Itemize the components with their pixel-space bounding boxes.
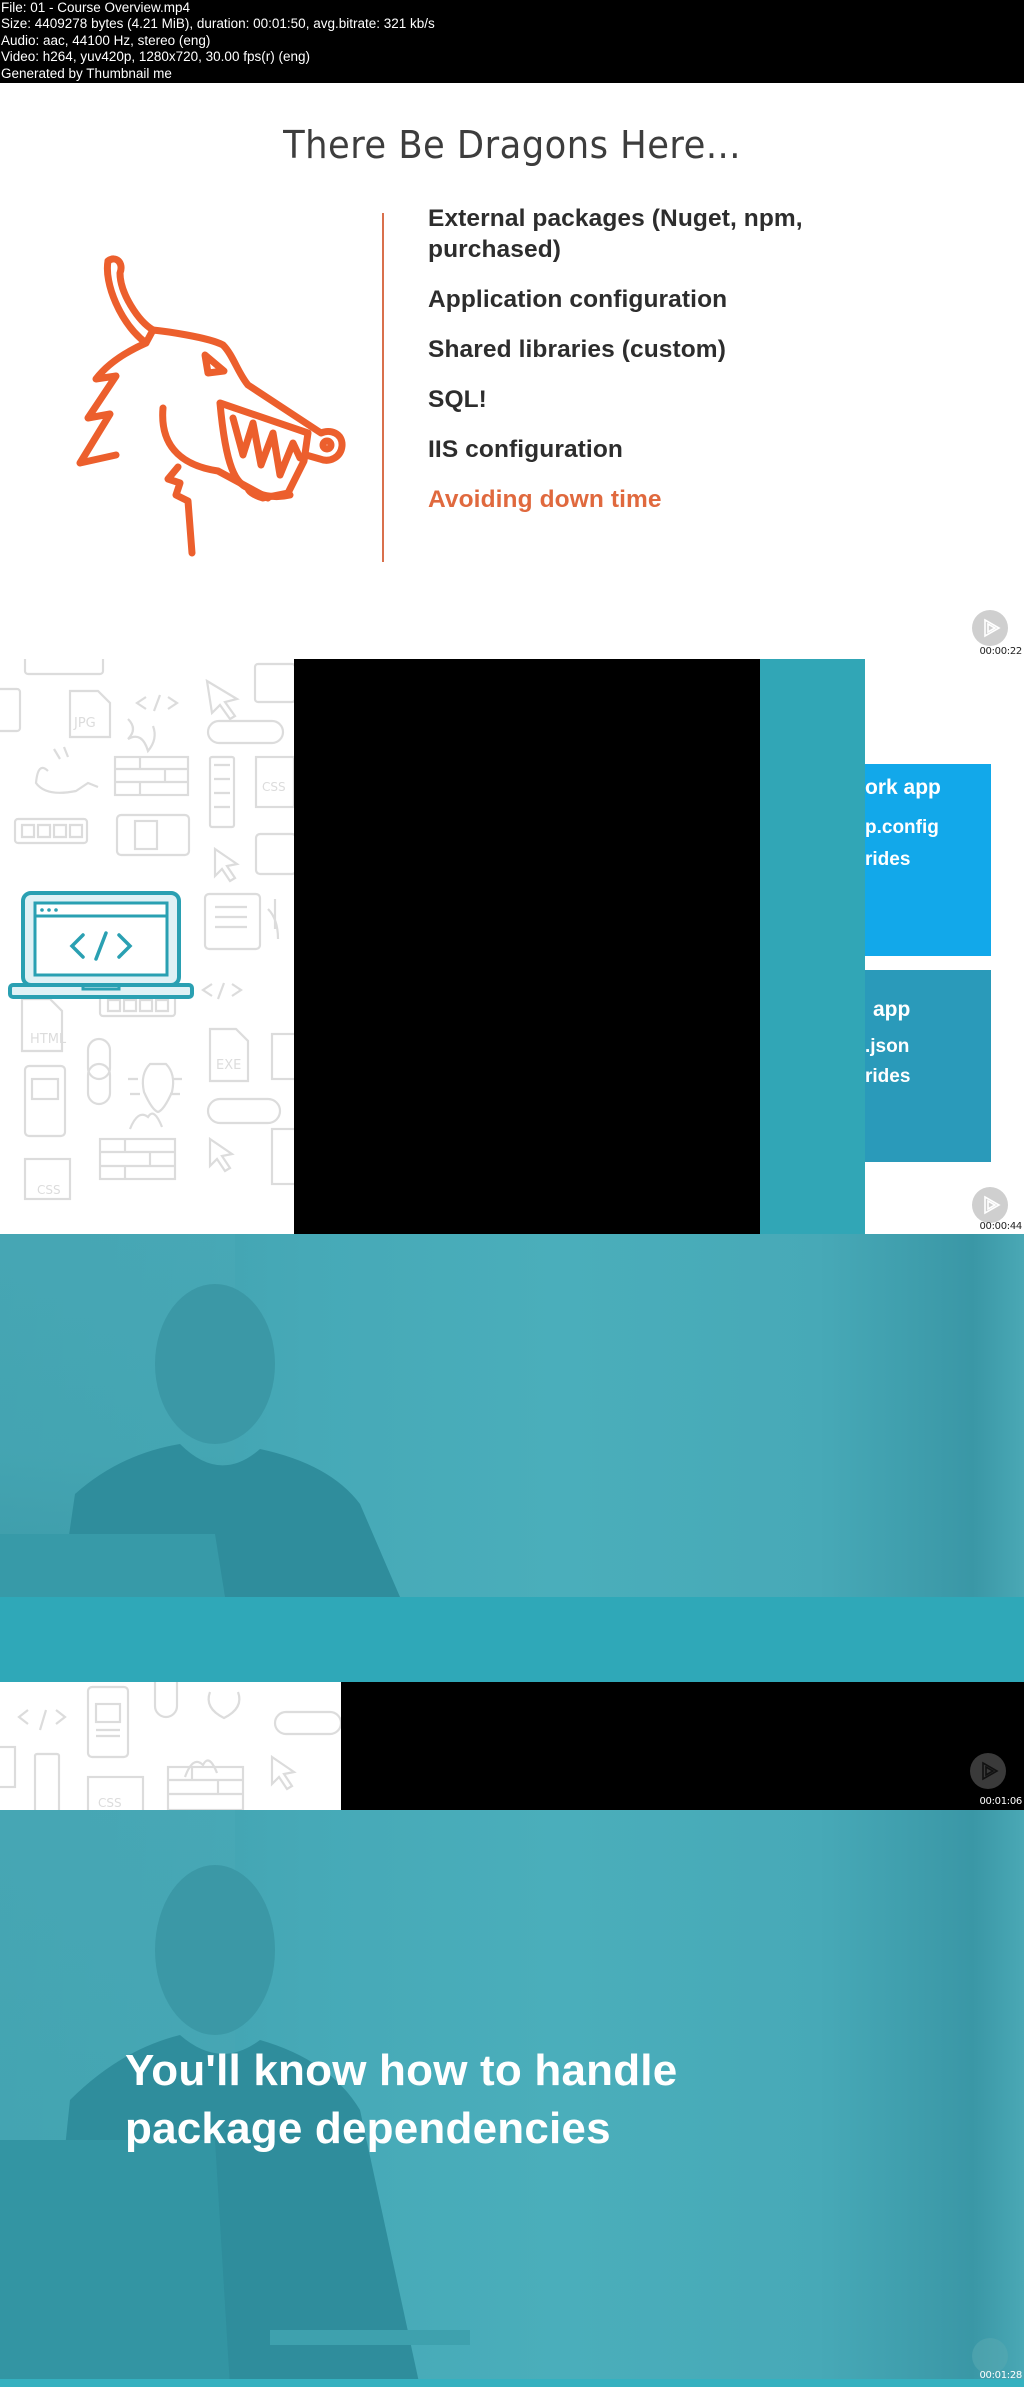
box-line: rides <box>865 849 911 870</box>
box-line: .json <box>865 1036 910 1057</box>
thumbnail-frame-2: JPG CSS HTML EXE CSS ork app p.config ri… <box>0 659 1024 1234</box>
box-title: app <box>873 998 911 1021</box>
generator-line: Generated by Thumbnail me <box>1 65 172 81</box>
bottom-teal-bar <box>0 2379 1024 2387</box>
config-box-framework-app: ork app p.config rides <box>865 764 991 956</box>
timestamp: 00:00:22 <box>979 646 1022 657</box>
bullet-item: SQL! <box>428 386 487 413</box>
svg-text:EXE: EXE <box>216 1058 241 1073</box>
laptop-code-icon <box>8 891 194 999</box>
slide-headline: You'll know how to handle package depend… <box>125 2042 677 2158</box>
config-box-core-app: app .json rides <box>865 970 991 1162</box>
size-line: Size: 4409278 bytes (4.21 MiB), duration… <box>1 16 435 32</box>
divider-line <box>382 213 384 562</box>
thumbnail-frame-1: There Be Dragons Here... External packag… <box>0 83 1024 659</box>
teal-band <box>0 1597 1024 1682</box>
presenter-photo <box>0 1234 1024 1597</box>
headline-line-2: package dependencies <box>125 2104 611 2153</box>
play-icon <box>970 1753 1006 1789</box>
svg-text:HTML: HTML <box>30 1032 67 1047</box>
bullet-item-highlighted: Avoiding down time <box>428 486 662 513</box>
play-icon <box>972 1187 1008 1223</box>
slide-title: There Be Dragons Here... <box>283 123 741 167</box>
box-line: p.config <box>865 817 939 838</box>
presenter-silhouette <box>0 1284 400 1597</box>
timestamp: 00:00:44 <box>979 1221 1022 1232</box>
bullet-item: Application configuration <box>428 286 728 313</box>
svg-text:CSS: CSS <box>98 1796 122 1810</box>
thumbnail-frame-4: You'll know how to handle package depend… <box>0 1810 1024 2387</box>
svg-text:JPG: JPG <box>73 716 96 731</box>
timestamp: 00:01:28 <box>979 2370 1022 2381</box>
play-icon <box>972 2338 1008 2374</box>
bullet-list: External packages (Nuget, npm, purchased… <box>428 203 898 534</box>
bullet-item: External packages (Nuget, npm, purchased… <box>428 205 803 263</box>
thumbnail-frame-3: CSS 00:01:06 <box>0 1234 1024 1810</box>
play-icon <box>972 610 1008 646</box>
svg-text:CSS: CSS <box>37 1183 61 1197</box>
dragon-icon <box>76 255 346 557</box>
headline-line-1: You'll know how to handle <box>125 2046 678 2095</box>
transition-teal-bar <box>760 659 865 1234</box>
bullet-item: Shared libraries (custom) <box>428 336 726 363</box>
svg-text:CSS: CSS <box>262 780 286 794</box>
video-black-area <box>294 659 760 1234</box>
box-line: rides <box>865 1066 911 1087</box>
bullet-item: IIS configuration <box>428 436 623 463</box>
audio-line: Audio: aac, 44100 Hz, stereo (eng) <box>1 32 211 48</box>
video-info-header: File: 01 - Course Overview.mp4 Size: 440… <box>0 0 1024 83</box>
box-title: ork app <box>865 776 941 799</box>
file-name-line: File: 01 - Course Overview.mp4 <box>1 0 191 15</box>
timestamp: 00:01:06 <box>979 1796 1022 1807</box>
icon-pattern-background: CSS <box>0 1682 341 1810</box>
video-line: Video: h264, yuv420p, 1280x720, 30.00 fp… <box>1 49 310 65</box>
